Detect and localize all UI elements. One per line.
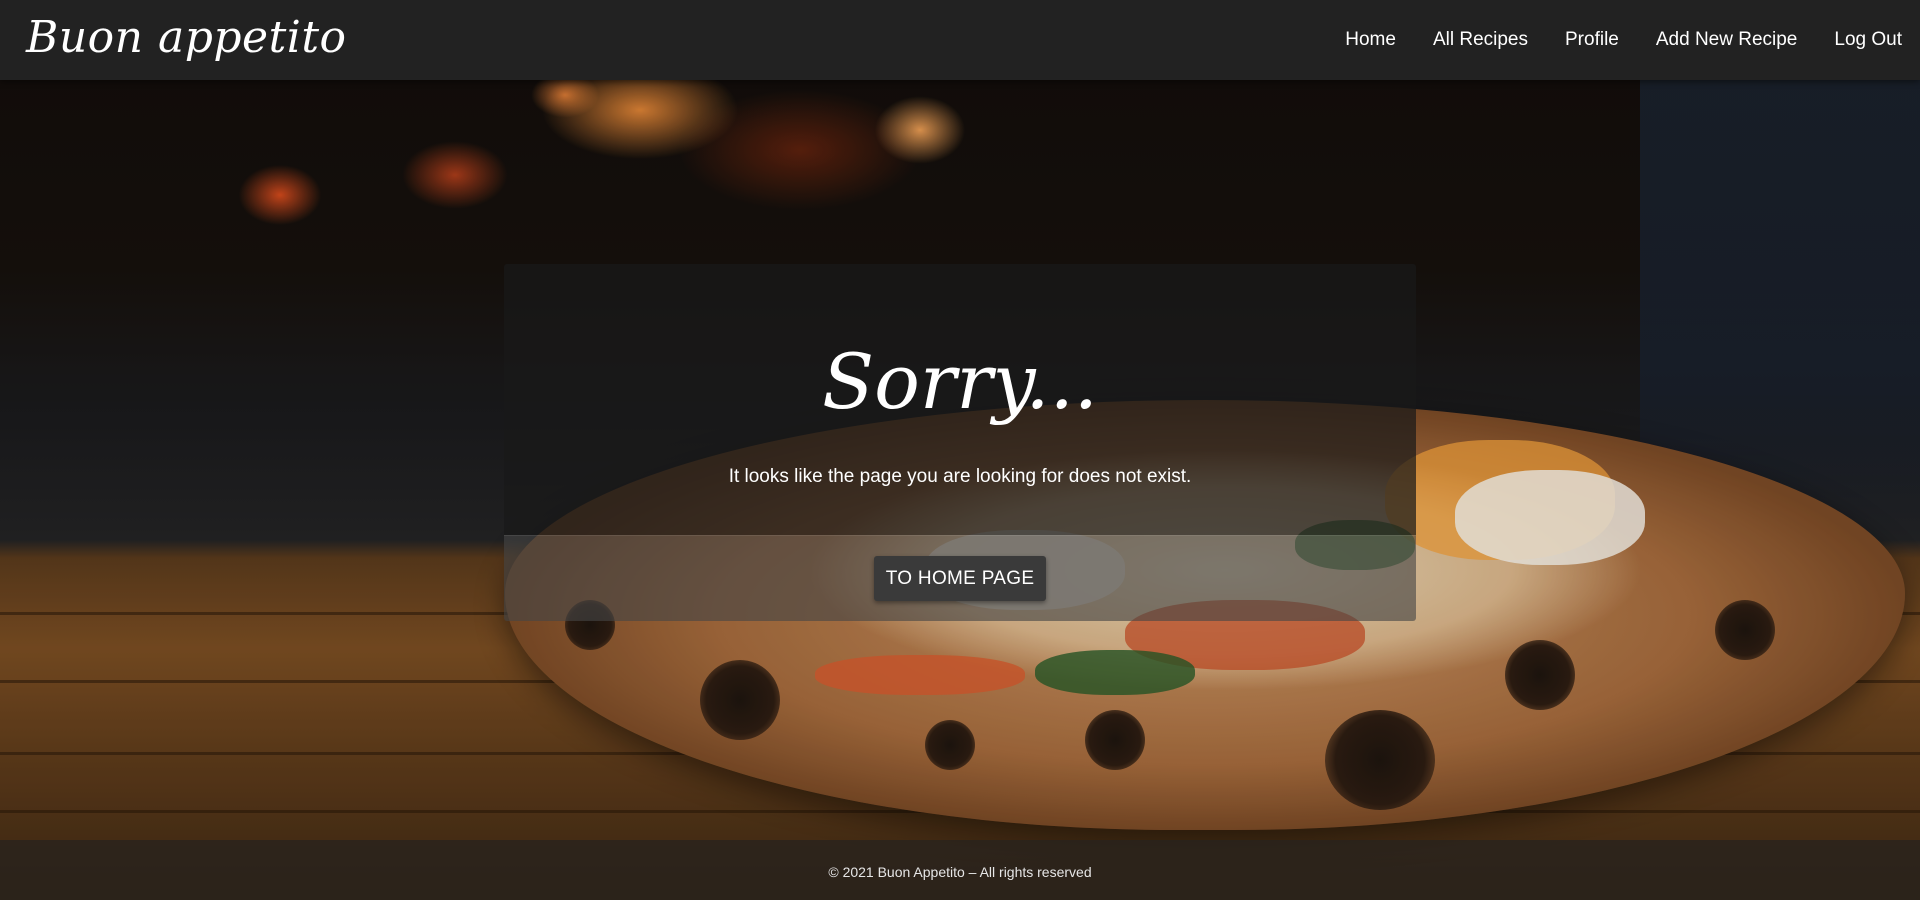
brand-logo[interactable]: Buon appetito <box>26 12 347 63</box>
error-card-body: Sorry... It looks like the page you are … <box>504 264 1416 535</box>
error-card: Sorry... It looks like the page you are … <box>504 264 1416 621</box>
nav-links: Home All Recipes Profile Add New Recipe … <box>1308 0 1902 80</box>
to-home-page-button[interactable]: TO HOME PAGE <box>874 556 1046 601</box>
page: Buon appetito Home All Recipes Profile A… <box>0 0 1920 900</box>
page-footer: © 2021 Buon Appetito – All rights reserv… <box>0 840 1920 900</box>
nav-link-log-out[interactable]: Log Out <box>1834 29 1902 51</box>
error-card-footer: TO HOME PAGE <box>504 535 1416 621</box>
error-message: It looks like the page you are looking f… <box>728 466 1192 487</box>
copyright-text: © 2021 Buon Appetito – All rights reserv… <box>828 864 1092 880</box>
error-title: Sorry... <box>822 337 1098 426</box>
nav-link-all-recipes[interactable]: All Recipes <box>1433 29 1528 51</box>
nav-link-home[interactable]: Home <box>1345 29 1396 51</box>
navbar: Buon appetito Home All Recipes Profile A… <box>0 0 1920 80</box>
nav-link-add-new-recipe[interactable]: Add New Recipe <box>1656 29 1798 51</box>
nav-link-profile[interactable]: Profile <box>1565 29 1619 51</box>
